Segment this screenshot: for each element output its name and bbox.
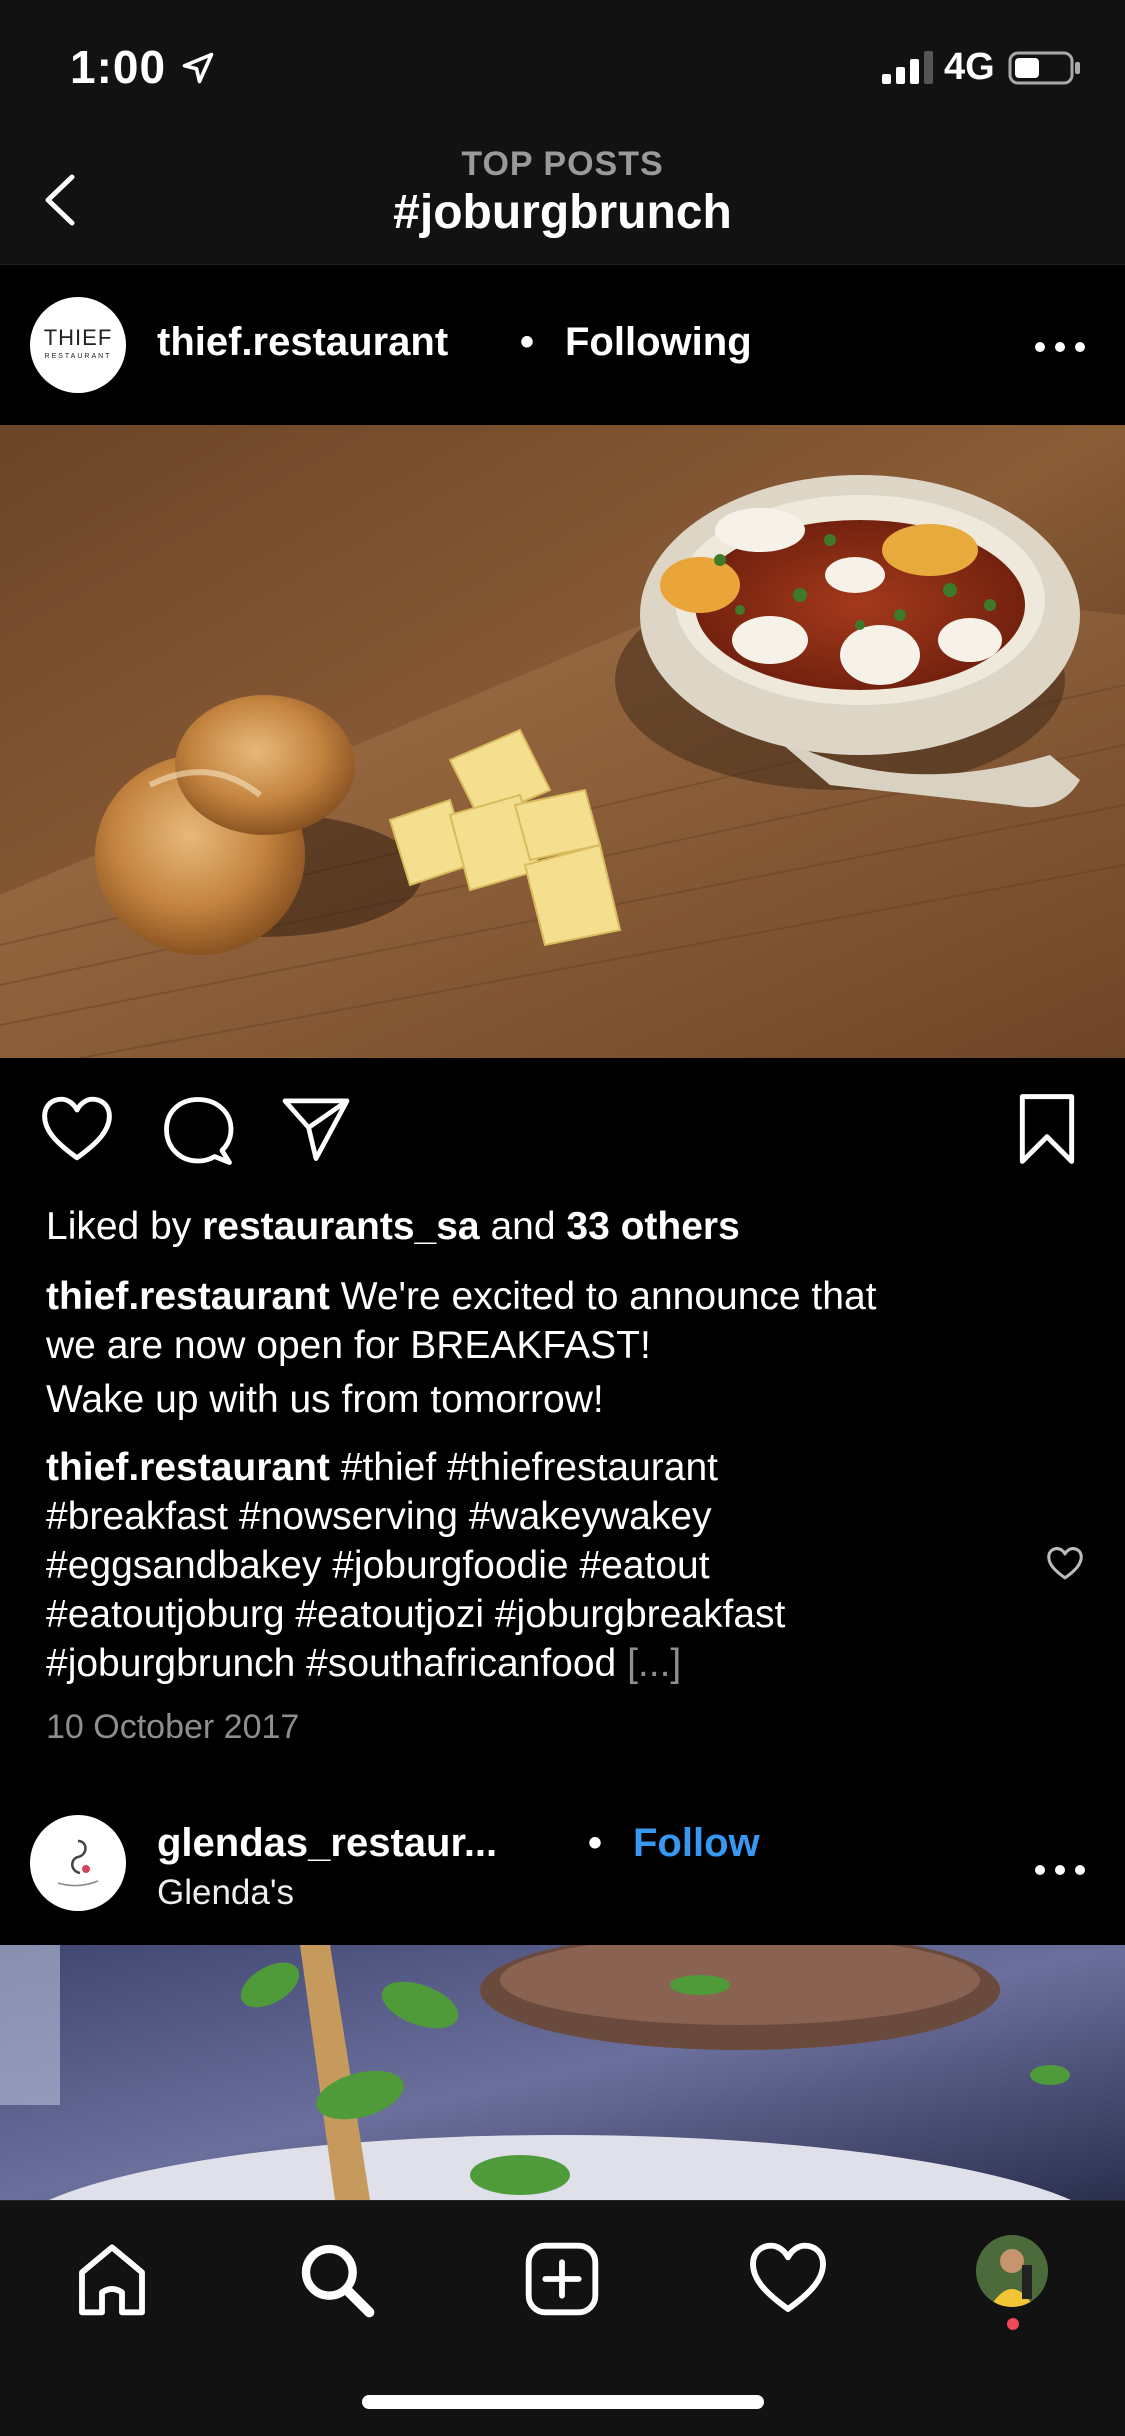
share-icon[interactable] [280,1095,352,1163]
more-link[interactable]: [...] [627,1642,681,1685]
follow-button[interactable]: Follow [633,1821,760,1866]
home-icon[interactable] [72,2239,152,2319]
following-button[interactable]: Following [565,320,752,365]
caption-username[interactable]: thief.restaurant [46,1275,330,1318]
comment-username[interactable]: thief.restaurant [46,1446,330,1489]
status-bar: 1:00 4G [0,0,1125,135]
location-arrow-icon [182,52,214,84]
more-icon[interactable] [1030,1860,1090,1880]
activity-heart-icon[interactable] [748,2239,828,2319]
caption-line: Wake up with us from tomorrow! [46,1378,604,1421]
glendas-logo [57,1839,99,1887]
liked-by-user[interactable]: restaurants_sa [202,1205,480,1248]
hashtag-line[interactable]: #breakfast #nowserving #wakeywakey [46,1492,1006,1541]
hashtag-line[interactable]: #eggsandbakey #joburgfoodie #eatout [46,1541,1006,1590]
separator-dot: • [588,1821,603,1865]
post-location[interactable]: Glenda's [157,1873,294,1913]
header-subtitle: TOP POSTS [461,145,664,183]
comment-like-heart-icon[interactable] [1046,1547,1084,1581]
avatar[interactable]: THIEF RESTAURANT [30,297,126,393]
comment-icon[interactable] [162,1095,234,1167]
battery-icon [1008,51,1080,85]
add-post-icon[interactable] [522,2239,602,2319]
likes-and: and [490,1205,556,1248]
caption-line: we are now open for BREAKFAST! [46,1324,651,1367]
caption-line: We're excited to announce that [340,1275,877,1318]
avatar[interactable] [30,1815,126,1911]
bookmark-icon[interactable] [1015,1092,1079,1166]
post-date: 10 October 2017 [46,1708,300,1746]
hashtag-comment: thief.restaurant #thief #thiefrestaurant… [46,1443,1006,1688]
caption: thief.restaurant We're excited to announ… [46,1272,1086,1424]
profile-avatar-icon[interactable] [976,2235,1048,2307]
glendas-photo [0,1945,1125,2200]
more-icon[interactable] [1030,337,1090,357]
likes-prefix: Liked by [46,1205,192,1248]
home-indicator[interactable] [362,2395,764,2409]
thief-logo: THIEF RESTAURANT [43,325,113,360]
post-header: glendas_restaur... • Follow Glenda's [0,1785,1125,1945]
nav-header: TOP POSTS #joburgbrunch [0,135,1125,265]
brunch-photo [0,425,1125,1058]
likes-line: Liked by restaurants_sa and 33 others [46,1202,1086,1251]
heart-icon[interactable] [40,1095,114,1165]
hashtag-line[interactable]: #joburgbrunch #southafricanfood [46,1642,616,1685]
network-type: 4G [944,46,995,88]
status-time: 1:00 [70,41,167,93]
post-username[interactable]: glendas_restaur... [157,1821,497,1866]
notification-dot [1007,2318,1019,2330]
search-icon[interactable] [296,2239,376,2319]
post-username[interactable]: thief.restaurant [157,320,448,365]
post-photo[interactable] [0,425,1125,1058]
page-title: #joburgbrunch [393,186,732,239]
hashtag-line[interactable]: #eatoutjoburg #eatoutjozi #joburgbreakfa… [46,1590,1006,1639]
post-photo[interactable] [0,1945,1125,2200]
hashtag-line[interactable]: #thief #thiefrestaurant [341,1446,718,1489]
signal-icon [882,51,933,84]
likes-count[interactable]: 33 others [566,1205,739,1248]
separator-dot: • [520,320,535,364]
post-header: THIEF RESTAURANT thief.restaurant • Foll… [0,265,1125,425]
